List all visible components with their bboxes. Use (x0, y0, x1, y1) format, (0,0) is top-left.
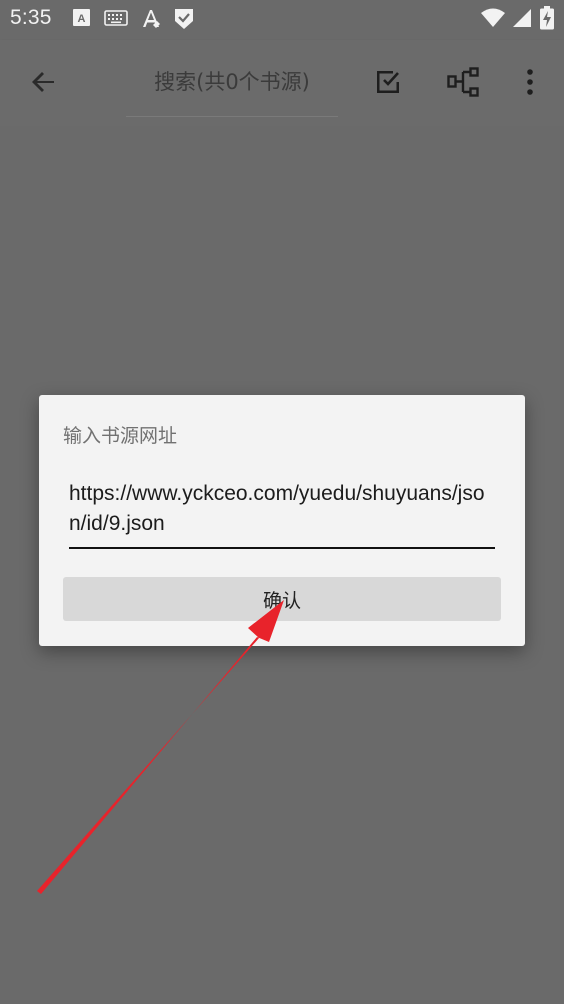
battery-charging-icon (540, 6, 554, 34)
more-options-button[interactable] (508, 60, 552, 104)
confirm-button[interactable]: 确认 (63, 577, 501, 621)
status-bar: 5:35 A (0, 0, 564, 40)
back-button[interactable] (22, 60, 66, 104)
search-input[interactable] (126, 58, 338, 106)
select-all-button[interactable] (366, 60, 410, 104)
signal-icon (512, 8, 532, 32)
group-icon (447, 67, 479, 97)
shield-check-icon (174, 8, 194, 34)
wifi-icon (480, 8, 506, 32)
search-field[interactable] (126, 58, 338, 117)
back-arrow-icon (32, 72, 54, 92)
status-time: 5:35 (10, 6, 52, 29)
group-button[interactable] (442, 60, 486, 104)
url-input-underline (69, 547, 495, 549)
more-vert-icon (527, 69, 533, 95)
keyboard-icon (104, 8, 128, 32)
app-bar (0, 40, 564, 126)
svg-text:A: A (78, 13, 86, 25)
url-input[interactable]: https://www.yckceo.com/yuedu/shuyuans/js… (69, 479, 495, 539)
a-text-icon: A (72, 8, 92, 32)
select-all-icon (377, 71, 399, 93)
font-icon (140, 8, 162, 34)
import-url-dialog: 输入书源网址 https://www.yckceo.com/yuedu/shuy… (39, 395, 525, 646)
dialog-title: 输入书源网址 (63, 425, 178, 447)
